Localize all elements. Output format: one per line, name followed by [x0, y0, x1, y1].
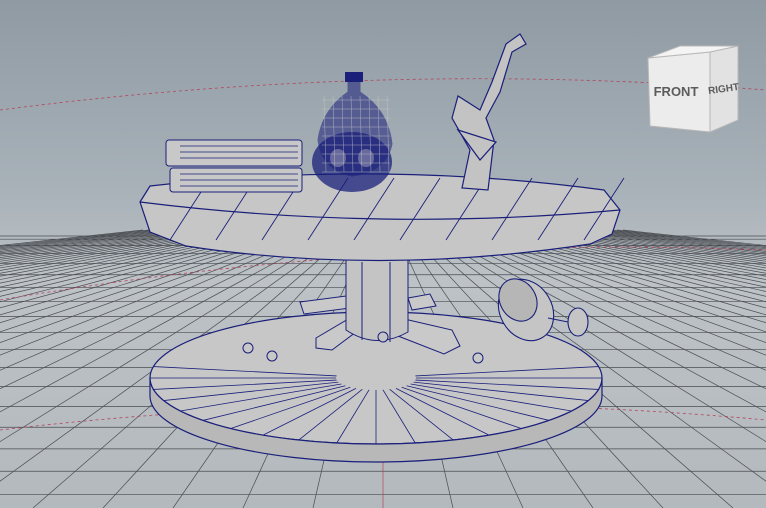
- view-cube-icon[interactable]: FRONT RIGHT: [640, 40, 744, 136]
- grid-line: [586, 229, 766, 254]
- maya-3d-viewport[interactable]: FRONT RIGHT: [0, 0, 766, 508]
- candle-holder[interactable]: [451, 33, 527, 191]
- grid-line: [580, 229, 766, 255]
- grid-line: [574, 229, 766, 257]
- pedestal-column[interactable]: [345, 257, 409, 343]
- book-stack[interactable]: [165, 139, 303, 193]
- potion-bottle[interactable]: [317, 72, 393, 177]
- viewcube-front-label: FRONT: [654, 84, 699, 99]
